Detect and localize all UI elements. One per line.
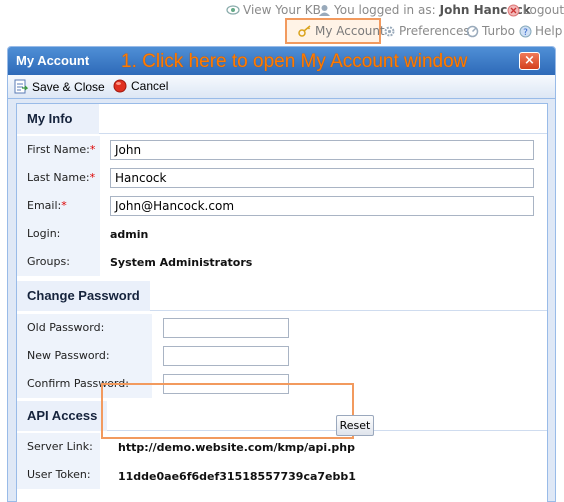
callout-text: 1. Click here to open My Account window bbox=[121, 51, 468, 72]
turbo-link[interactable]: Turbo bbox=[466, 24, 515, 38]
view-kb-link[interactable]: View Your KB bbox=[226, 3, 321, 17]
window-title-bar[interactable]: My Account 1. Click here to open My Acco… bbox=[8, 47, 555, 75]
my-account-label: My Account bbox=[315, 24, 385, 38]
preferences-link[interactable]: Preferences bbox=[383, 24, 470, 38]
logged-in-status: You logged in as: John Hancock bbox=[318, 3, 531, 17]
required-marker: * bbox=[89, 171, 96, 184]
email-row: Email:* John@Hancock.com bbox=[17, 192, 547, 220]
eye-icon bbox=[226, 5, 240, 15]
old-password-input[interactable] bbox=[163, 318, 289, 338]
email-label: Email:* bbox=[17, 192, 100, 220]
svg-text:?: ? bbox=[523, 28, 528, 38]
save-icon bbox=[14, 79, 28, 94]
cancel-label: Cancel bbox=[131, 79, 169, 93]
save-close-label: Save & Close bbox=[32, 79, 105, 94]
new-password-input[interactable] bbox=[163, 346, 289, 366]
help-link[interactable]: ? Help bbox=[519, 24, 562, 38]
old-password-row: Old Password: bbox=[17, 314, 547, 342]
section-divider bbox=[150, 310, 547, 311]
required-marker: * bbox=[61, 199, 67, 212]
groups-value: System Administrators bbox=[110, 256, 253, 269]
server-link-value: http://demo.website.com/kmp/api.php bbox=[118, 441, 355, 454]
cancel-icon bbox=[113, 79, 127, 93]
key-icon bbox=[298, 25, 311, 37]
old-password-label: Old Password: bbox=[17, 314, 152, 342]
logout-icon bbox=[507, 4, 520, 16]
user-token-label: User Token: bbox=[17, 461, 100, 489]
last-name-label: Last Name:* bbox=[17, 164, 100, 192]
login-label: Login: bbox=[17, 220, 100, 248]
window-title: My Account bbox=[16, 53, 90, 68]
api-access-highlight bbox=[101, 383, 354, 439]
preferences-icon bbox=[384, 26, 395, 36]
required-marker: * bbox=[89, 143, 96, 156]
last-name-input[interactable]: Hancock bbox=[110, 168, 534, 188]
api-access-heading: API Access bbox=[17, 401, 107, 431]
first-name-label: First Name:* bbox=[17, 136, 100, 164]
view-kb-label: View Your KB bbox=[243, 3, 321, 17]
reset-token-button[interactable]: Reset bbox=[336, 415, 374, 436]
new-password-label: New Password: bbox=[17, 342, 152, 370]
section-divider bbox=[99, 133, 547, 134]
my-account-link[interactable]: My Account bbox=[298, 24, 385, 38]
server-link-label: Server Link: bbox=[17, 433, 100, 461]
top-bar: View Your KB You logged in as: John Hanc… bbox=[0, 0, 564, 44]
last-name-row: Last Name:* Hancock bbox=[17, 164, 547, 192]
email-input[interactable]: John@Hancock.com bbox=[110, 196, 534, 216]
login-value: admin bbox=[110, 228, 149, 241]
turbo-label: Turbo bbox=[482, 24, 516, 38]
logout-label: Logout bbox=[523, 3, 564, 17]
help-icon: ? bbox=[519, 25, 532, 38]
account-form-panel: My Info First Name:* John Last Name:* Ha… bbox=[16, 103, 548, 502]
turbo-icon bbox=[466, 25, 479, 37]
user-icon bbox=[319, 4, 330, 16]
logout-link[interactable]: Logout bbox=[507, 3, 564, 17]
help-label: Help bbox=[535, 24, 563, 38]
close-button[interactable]: × bbox=[519, 52, 540, 70]
my-info-heading: My Info bbox=[17, 104, 99, 134]
window-toolbar: Save & Close Cancel bbox=[8, 75, 555, 99]
preferences-label: Preferences bbox=[399, 24, 470, 38]
new-password-row: New Password: bbox=[17, 342, 547, 370]
first-name-input[interactable]: John bbox=[110, 140, 534, 160]
groups-label: Groups: bbox=[17, 248, 100, 276]
groups-row: Groups: System Administrators bbox=[17, 248, 547, 276]
logged-in-label: You logged in as: bbox=[334, 3, 436, 17]
change-password-heading: Change Password bbox=[17, 281, 150, 311]
save-close-button[interactable]: Save & Close bbox=[14, 79, 105, 94]
user-token-value: 11dde0ae6f6def31518557739ca7ebb1 bbox=[118, 470, 356, 483]
first-name-row: First Name:* John bbox=[17, 136, 547, 164]
cancel-button[interactable]: Cancel bbox=[113, 79, 168, 93]
login-row: Login: admin bbox=[17, 220, 547, 248]
user-token-row: User Token: 11dde0ae6f6def31518557739ca7… bbox=[17, 461, 547, 489]
